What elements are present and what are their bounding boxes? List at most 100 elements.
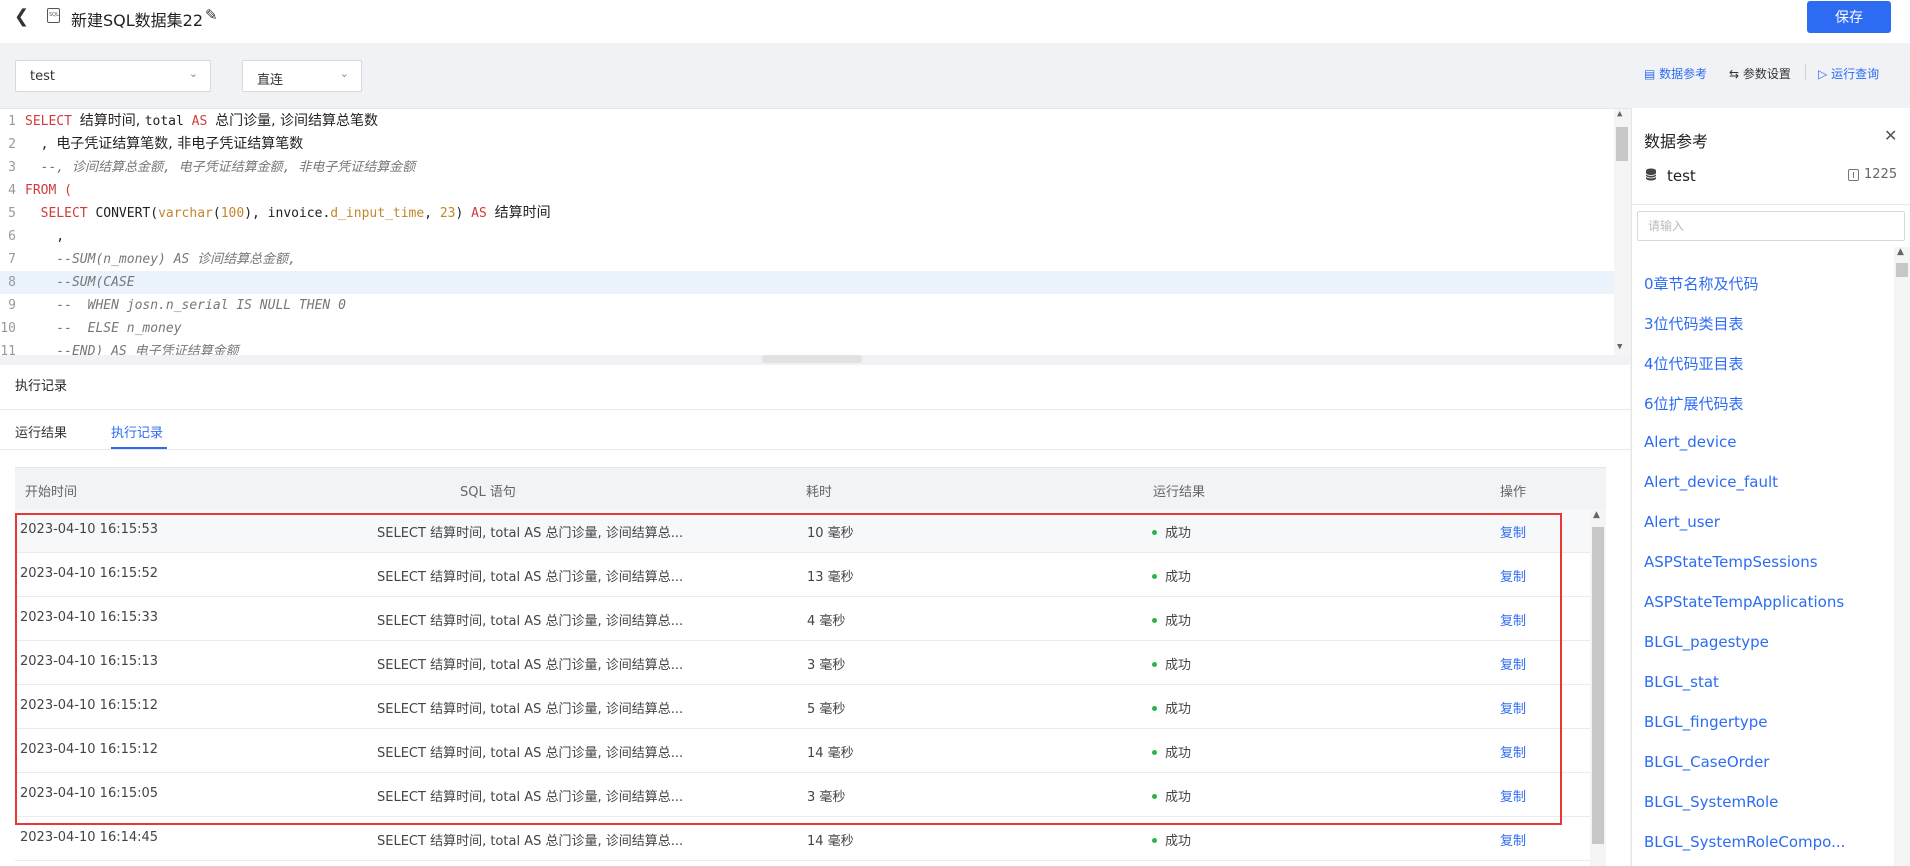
section-title: 执行记录 <box>15 379 68 394</box>
section-divider <box>0 409 1630 410</box>
cell-duration: 14 毫秒 <box>807 746 854 761</box>
cell-duration: 4 毫秒 <box>807 614 846 629</box>
code-text: , <box>25 225 64 248</box>
cell-result: 成功 <box>1152 698 1191 717</box>
table-list-item[interactable]: 4位代码亚目表 <box>1644 353 1744 374</box>
status-text: 成功 <box>1165 702 1192 717</box>
table-list-item[interactable]: BLGL_pagestype <box>1644 633 1769 651</box>
tab-execution-records[interactable]: 执行记录 <box>111 422 163 441</box>
editor-resize-handle[interactable] <box>762 355 862 363</box>
line-number: 2 <box>8 137 16 152</box>
table-list-item[interactable]: 0章节名称及代码 <box>1644 273 1759 294</box>
table-row: 2023-04-10 16:15:13 SELECT 结算时间, total AS… <box>15 641 1590 685</box>
play-circle-icon: ▷ <box>1818 67 1828 81</box>
table-scrollbar[interactable]: ▲ <box>1590 509 1606 866</box>
code-line[interactable]: 8 --SUM(CASE <box>0 271 1614 294</box>
code-line[interactable]: 9 -- WHEN josn.n_serial IS NULL THEN 0 <box>0 294 1614 317</box>
table-row: 2023-04-10 16:14:45 SELECT 结算时间, total AS… <box>15 817 1590 861</box>
table-list-item[interactable]: ASPStateTempApplications <box>1644 593 1844 611</box>
top-bar <box>0 0 1910 43</box>
table-list-item[interactable]: ASPStateTempSessions <box>1644 553 1818 571</box>
scroll-down-icon[interactable]: ▼ <box>1617 342 1622 352</box>
table-list-item[interactable]: Alert_user <box>1644 513 1720 531</box>
table-list-item[interactable]: 3位代码类目表 <box>1644 313 1744 334</box>
table-list-item[interactable]: Alert_device_fault <box>1644 473 1778 491</box>
chevron-left-icon[interactable]: ❮ <box>14 6 30 27</box>
cell-duration: 10 毫秒 <box>807 526 854 541</box>
table-list-item[interactable]: Alert_device <box>1644 433 1736 451</box>
run-query-button[interactable]: ▷ 运行查询 <box>1818 65 1879 82</box>
table-list-item[interactable]: BLGL_SystemRole <box>1644 793 1778 811</box>
copy-link[interactable]: 复制 <box>1500 830 1526 849</box>
pencil-icon[interactable]: ✎ <box>205 6 221 24</box>
column-header-result: 运行结果 <box>1153 485 1206 500</box>
scroll-up-icon[interactable]: ▲ <box>1897 247 1904 257</box>
table-list-item[interactable]: 6位扩展代码表 <box>1644 393 1744 414</box>
table-list-item[interactable]: BLGL_SystemRoleCompo... <box>1644 833 1845 851</box>
code-text: --, 诊间结算总金额, 电子凭证结算金额, 非电子凭证结算金额 <box>25 156 416 179</box>
table-list-scrollbar[interactable]: ▲ <box>1894 247 1910 866</box>
table-list-item[interactable]: BLGL_CaseOrder <box>1644 753 1769 771</box>
copy-link[interactable]: 复制 <box>1500 786 1526 805</box>
scroll-up-icon[interactable]: ▲ <box>1593 510 1600 520</box>
code-token: SELECT <box>25 206 96 221</box>
table-row: 2023-04-10 16:15:12 SELECT 结算时间, total AS… <box>15 729 1590 773</box>
run-query-label: 运行查询 <box>1831 67 1880 81</box>
line-number: 9 <box>8 298 16 313</box>
code-token: varchar <box>158 206 213 221</box>
copy-link[interactable]: 复制 <box>1500 742 1526 761</box>
table-list-item[interactable]: BLGL_stat <box>1644 673 1719 691</box>
scroll-up-icon[interactable]: ▲ <box>1617 109 1622 119</box>
code-text: --END) AS 电子凭证结算金额 <box>25 340 238 355</box>
code-line[interactable]: 3 --, 诊间结算总金额, 电子凭证结算金额, 非电子凭证结算金额 <box>0 156 1614 179</box>
code-text: SELECT 结算时间, total AS 总门诊量, 诊间结算总笔数 <box>25 110 378 133</box>
toolbar-divider <box>1805 64 1806 80</box>
status-text: 成功 <box>1165 570 1192 585</box>
connection-mode-select[interactable]: 直连 ⌄ <box>242 60 362 92</box>
code-token: ( <box>212 206 221 221</box>
sql-editor[interactable]: 11 --END) AS 电子凭证结算金额 10 -- ELSE n_money 9… <box>0 108 1630 355</box>
data-reference-label: 数据参考 <box>1659 67 1708 81</box>
datasource-select[interactable]: test ⌄ <box>15 60 211 92</box>
code-line[interactable]: 6 , <box>0 225 1614 248</box>
editor-scrollbar[interactable]: ▲ ▼ <box>1614 109 1630 355</box>
table-search-input[interactable] <box>1637 211 1905 241</box>
code-line[interactable]: 5 SELECT CONVERT(varchar(100), invoice.d… <box>0 202 1614 225</box>
param-settings-button[interactable]: ⇆ 参数设置 <box>1729 65 1791 82</box>
column-header-sql: SQL 语句 <box>460 485 516 500</box>
cell-sql: SELECT 结算时间, total AS 总门诊量, 诊间结算总... <box>377 526 684 541</box>
tab-run-results[interactable]: 运行结果 <box>15 422 67 441</box>
code-line[interactable]: 11 --END) AS 电子凭证结算金额 <box>0 340 1614 355</box>
cell-start-time: 2023-04-10 16:15:05 <box>20 786 159 801</box>
cell-start-time: 2023-04-10 16:15:12 <box>20 742 159 757</box>
code-line[interactable]: 10 -- ELSE n_money <box>0 317 1614 340</box>
code-text: -- ELSE n_money <box>25 317 181 340</box>
page-title: 新建SQL数据集22 <box>71 11 204 30</box>
code-token: FROM ( <box>25 183 72 198</box>
code-line[interactable]: 7 --SUM(n_money) AS 诊间结算总金额, <box>0 248 1614 271</box>
data-reference-button[interactable]: ▤ 数据参考 <box>1644 65 1707 82</box>
code-token: 结算时间 <box>494 205 551 221</box>
editor-scrollbar-thumb[interactable] <box>1616 127 1628 161</box>
save-button[interactable]: 保存 <box>1807 1 1891 33</box>
cell-result: 成功 <box>1152 566 1191 585</box>
table-list-item[interactable]: BLGL_fingertype <box>1644 713 1768 731</box>
status-dot-icon <box>1152 750 1157 755</box>
copy-link[interactable]: 复制 <box>1500 522 1526 541</box>
chevron-down-icon: ⌄ <box>339 67 349 80</box>
code-token: --SUM(CASE <box>25 275 135 290</box>
copy-link[interactable]: 复制 <box>1500 654 1526 673</box>
code-token: , <box>25 137 57 152</box>
copy-link[interactable]: 复制 <box>1500 566 1526 585</box>
code-line[interactable]: 2 , 电子凭证结算笔数, 非电子凭证结算笔数 <box>0 133 1614 156</box>
code-line[interactable]: 1 SELECT 结算时间, total AS 总门诊量, 诊间结算总笔数 <box>0 110 1614 133</box>
copy-link[interactable]: 复制 <box>1500 610 1526 629</box>
cell-result: 成功 <box>1152 742 1191 761</box>
connection-mode-select-value: 直连 <box>257 73 284 88</box>
copy-link[interactable]: 复制 <box>1500 698 1526 717</box>
close-icon[interactable]: ✕ <box>1884 126 1897 145</box>
cell-start-time: 2023-04-10 16:15:13 <box>20 654 159 669</box>
table-list-scrollbar-thumb[interactable] <box>1896 263 1908 277</box>
code-line[interactable]: 4 FROM ( <box>0 179 1614 202</box>
table-scrollbar-thumb[interactable] <box>1592 527 1604 844</box>
